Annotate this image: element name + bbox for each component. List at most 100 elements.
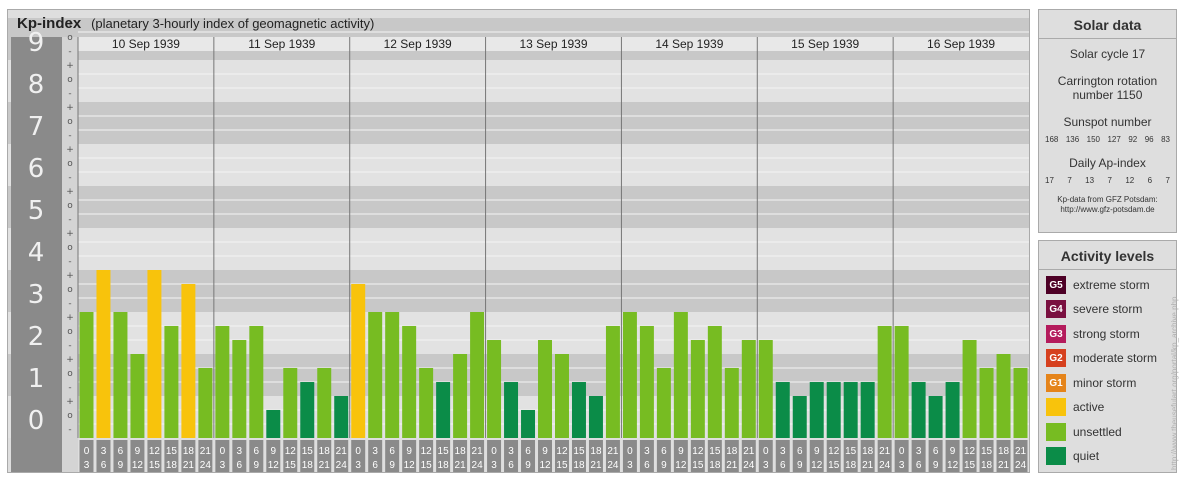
hour-start-label: 3: [101, 446, 107, 457]
hour-start-label: 18: [862, 446, 874, 457]
kp-bar: [385, 312, 400, 438]
kp-bar: [622, 312, 637, 438]
y-subtick-label: +: [66, 271, 74, 281]
hour-start-label: 3: [644, 446, 650, 457]
hour-end-label: 18: [166, 460, 178, 471]
hour-start-label: 9: [950, 446, 956, 457]
level-swatch: G3: [1046, 325, 1066, 343]
hour-end-label: 15: [285, 460, 297, 471]
hour-end-label: 9: [389, 460, 395, 471]
y-subtick-label: +: [66, 355, 74, 365]
kp-bar: [487, 340, 502, 438]
kp-bar: [249, 325, 264, 438]
ap-value: 7: [1067, 176, 1072, 185]
credit-link[interactable]: http://www.gfz-potsdam.de: [1039, 205, 1176, 215]
y-subtick-label: o: [67, 243, 73, 253]
hour-start-label: 15: [573, 446, 585, 457]
level-unsettled: unsettled: [1046, 423, 1122, 441]
kp-bar: [198, 367, 213, 438]
hour-end-label: 6: [372, 460, 378, 471]
hour-start-label: 21: [743, 446, 755, 457]
sunspot-value: 127: [1107, 135, 1121, 144]
hour-start-label: 12: [828, 446, 840, 457]
hour-start-label: 12: [692, 446, 704, 457]
activity-levels-panel: Activity levels G5 extreme storm G4 seve…: [1038, 240, 1177, 473]
day-label: 12 Sep 1939: [384, 37, 452, 51]
kp-bar: [571, 382, 586, 438]
kp-bar: [724, 367, 739, 438]
hour-start-label: 0: [491, 446, 497, 457]
sunspot-value: 96: [1144, 135, 1154, 144]
y-subtick-label: -: [68, 131, 71, 141]
hour-start-label: 18: [726, 446, 738, 457]
hour-end-label: 21: [726, 460, 738, 471]
kp-bar: [605, 325, 620, 438]
hour-start-label: 21: [200, 446, 212, 457]
ap-value: 7: [1165, 176, 1170, 185]
hour-end-label: 21: [590, 460, 602, 471]
ap-value: 13: [1085, 176, 1095, 185]
hour-start-label: 6: [389, 446, 395, 457]
hour-start-label: 18: [319, 446, 331, 457]
y-subtick-label: +: [66, 145, 74, 155]
kp-bar: [860, 382, 875, 438]
kp-bar: [317, 367, 332, 438]
day-label: 10 Sep 1939: [112, 37, 180, 51]
chart-title: Kp-index: [17, 15, 82, 32]
hour-end-label: 3: [491, 460, 497, 471]
y-subtick-label: o: [67, 285, 73, 295]
hour-start-label: 0: [627, 446, 633, 457]
hour-start-label: 18: [998, 446, 1010, 457]
hour-start-label: 21: [879, 446, 891, 457]
level-label: active: [1073, 400, 1105, 414]
kp-bar: [945, 382, 960, 438]
y-band: [8, 186, 1029, 228]
y-subtick-label: -: [68, 47, 71, 57]
y-band: [8, 228, 1029, 270]
hour-end-label: 24: [472, 460, 484, 471]
hour-start-label: 15: [438, 446, 450, 457]
hour-start-label: 0: [763, 446, 769, 457]
carrington-line-1: Carrington rotation: [1057, 74, 1158, 88]
credit-line-1: Kp-data from GFZ Potsdam:: [1057, 195, 1158, 204]
hour-end-label: 18: [709, 460, 721, 471]
sunspot-value: 150: [1086, 135, 1101, 144]
kp-bar: [130, 354, 145, 438]
kp-bar: [504, 382, 519, 438]
y-subtick-label: o: [67, 33, 73, 43]
hour-end-label: 24: [607, 460, 619, 471]
hour-end-label: 15: [692, 460, 704, 471]
level-label: quiet: [1073, 449, 1100, 463]
hour-end-label: 3: [899, 460, 905, 471]
kp-bar: [741, 340, 756, 438]
hour-end-label: 15: [421, 460, 433, 471]
y-subtick-label: -: [68, 173, 71, 183]
hour-end-label: 3: [355, 460, 361, 471]
hour-start-label: 18: [455, 446, 467, 457]
kp-bar: [215, 325, 230, 438]
hour-end-label: 6: [644, 460, 650, 471]
chart-header: Kp-index (planetary 3-hourly index of ge…: [17, 15, 374, 32]
kp-bar: [351, 283, 366, 438]
hour-end-label: 21: [998, 460, 1010, 471]
kp-bar: [555, 354, 569, 438]
hour-start-label: 3: [916, 446, 922, 457]
hour-end-label: 21: [455, 460, 467, 471]
kp-bar: [979, 367, 994, 438]
y-subtick-label: -: [68, 341, 71, 351]
y-subtick-label: o: [67, 159, 73, 169]
kp-bar: [521, 409, 536, 438]
hour-end-label: 9: [797, 460, 803, 471]
hour-start-label: 6: [254, 446, 260, 457]
level-swatch: [1046, 398, 1066, 416]
kp-bar: [911, 382, 926, 438]
hour-end-label: 9: [661, 460, 667, 471]
level-g5: G5 extreme storm: [1046, 276, 1150, 294]
day-label: 16 Sep 1939: [927, 37, 995, 51]
sunspot-title: Sunspot number: [1063, 115, 1152, 129]
y-tick-label: 0: [28, 406, 45, 436]
y-subtick-label: +: [66, 61, 74, 71]
hour-end-label: 18: [845, 460, 857, 471]
day-label: 13 Sep 1939: [519, 37, 587, 51]
level-label: moderate storm: [1073, 351, 1158, 365]
